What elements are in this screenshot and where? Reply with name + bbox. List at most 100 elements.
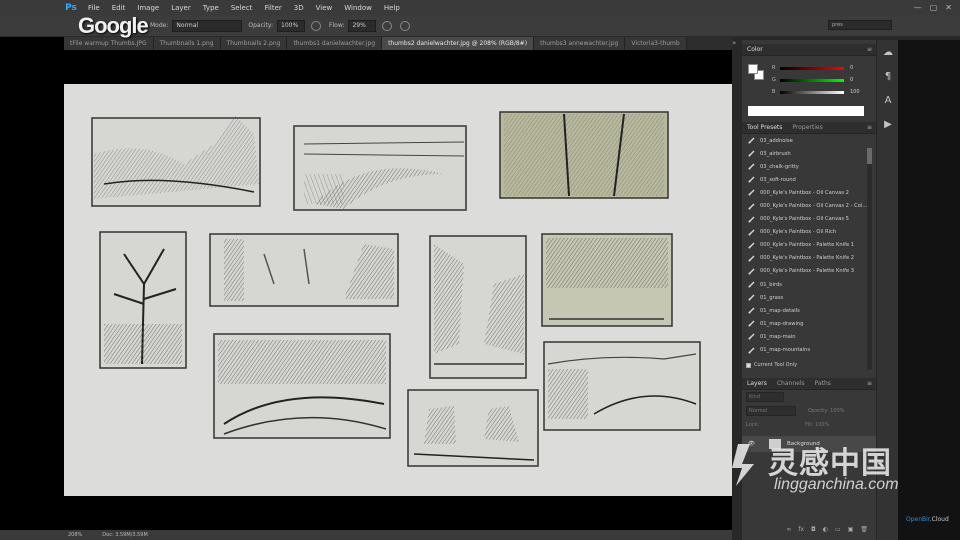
tab-document[interactable]: thumbs3 annewachter.jpg: [534, 37, 626, 50]
tab-document[interactable]: Thumbnails 2.png: [220, 37, 288, 50]
preset-item[interactable]: 000_Kyle's Paintbox - Oil Canvas 5: [742, 213, 876, 226]
menu-filter[interactable]: Filter: [258, 4, 287, 12]
color-panel-title[interactable]: Color: [747, 46, 763, 53]
preset-item[interactable]: 01_map-mountains: [742, 344, 876, 357]
paragraph-icon[interactable]: ¶: [877, 64, 899, 88]
preset-scrollbar[interactable]: [867, 148, 872, 370]
sketch-7: [541, 233, 673, 327]
fx-icon[interactable]: fx: [798, 526, 804, 536]
sketch-8: [213, 333, 391, 439]
tab-channels[interactable]: Channels: [777, 380, 805, 387]
preset-item[interactable]: 000_Kyle's Paintbox - Oil Canvas 2 - Col…: [742, 199, 876, 212]
character-icon[interactable]: A: [877, 88, 899, 112]
tab-layers[interactable]: Layers: [747, 380, 767, 387]
menu-type[interactable]: Type: [197, 4, 225, 12]
red-slider[interactable]: R 0: [772, 64, 866, 72]
maximize-button[interactable]: ▢: [930, 3, 938, 12]
red-value[interactable]: 0: [850, 65, 853, 71]
preset-list: 03_addnoise 03_airbrush 03_chalk-gritty 03_…: [742, 134, 876, 357]
layer-kind-select[interactable]: Kind: [746, 392, 784, 402]
tab-document-active[interactable]: thumbs2 danielwachter.jpg @ 208% (RGB/8#…: [382, 37, 535, 50]
pressure-opacity-icon[interactable]: [311, 20, 322, 31]
blue-value[interactable]: 100: [850, 89, 860, 95]
preset-item[interactable]: 03_soft-round: [742, 173, 876, 186]
sketch-paper-image: [64, 84, 732, 496]
brush-icon: [748, 255, 755, 262]
menu-layer[interactable]: Layer: [165, 4, 197, 12]
workspace-search-input[interactable]: pres: [828, 20, 892, 30]
current-tool-checkbox[interactable]: [746, 362, 751, 368]
preset-item[interactable]: 01_map-main: [742, 330, 876, 343]
preset-item[interactable]: 03_chalk-gritty: [742, 160, 876, 173]
corner-brand: OpenBir.Cloud: [906, 516, 949, 523]
preset-label: 03_chalk-gritty: [760, 163, 799, 170]
menu-3d[interactable]: 3D: [288, 4, 310, 12]
preset-item[interactable]: 000_Kyle's Paintbox - Palette Knife 1: [742, 239, 876, 252]
tab-document[interactable]: Victoria3-thumb: [625, 37, 687, 50]
current-tool-only-option[interactable]: Current Tool Only: [746, 362, 797, 368]
layer-fill[interactable]: Fill: 100%: [805, 422, 829, 428]
watermark-logo-icon: [732, 444, 754, 486]
menu-file[interactable]: File: [82, 4, 106, 12]
green-value[interactable]: 0: [850, 77, 853, 83]
menu-select[interactable]: Select: [225, 4, 259, 12]
layer-lock-row: Lock: Fill: 100%: [742, 418, 876, 432]
green-slider[interactable]: G 0: [772, 76, 866, 84]
new-layer-icon[interactable]: ▣: [848, 526, 854, 536]
tab-properties[interactable]: Properties: [792, 124, 822, 131]
preset-item[interactable]: 000_Kyle's Paintbox - Palette Knife 3: [742, 265, 876, 278]
delete-layer-icon[interactable]: 🗑: [860, 526, 868, 536]
link-layers-icon[interactable]: ∞: [786, 526, 791, 536]
preset-item[interactable]: 01_map-details: [742, 304, 876, 317]
group-icon[interactable]: ▭: [835, 526, 841, 536]
flow-input[interactable]: 29%: [348, 19, 377, 32]
preset-item[interactable]: 000_Kyle's Paintbox - Oil Canvas 2: [742, 186, 876, 199]
tab-document[interactable]: thumbs1 danielwachter.jpg: [287, 37, 383, 50]
preset-item[interactable]: 03_addnoise: [742, 134, 876, 147]
cloud-icon[interactable]: ☁: [877, 40, 899, 64]
sketch-5: [209, 233, 399, 307]
close-button[interactable]: ✕: [945, 3, 952, 12]
preset-item[interactable]: 01_map-drawing: [742, 317, 876, 330]
preset-item[interactable]: 03_airbrush: [742, 147, 876, 160]
blue-slider[interactable]: B 100: [772, 88, 866, 96]
preset-item[interactable]: 01_grass: [742, 291, 876, 304]
tab-tool-presets[interactable]: Tool Presets: [747, 124, 782, 131]
mode-select[interactable]: Normal: [172, 19, 243, 32]
tab-document[interactable]: Thumbnails 1.png: [153, 37, 221, 50]
preset-item[interactable]: 000_Kyle's Paintbox - Oil Rich: [742, 226, 876, 239]
menu-image[interactable]: Image: [131, 4, 165, 12]
mask-icon[interactable]: ◘: [811, 526, 816, 536]
color-ramp[interactable]: [748, 106, 864, 116]
layer-blend-select[interactable]: Normal: [746, 406, 796, 416]
airbrush-icon[interactable]: [382, 20, 393, 31]
preset-item[interactable]: 01_birds: [742, 278, 876, 291]
panel-menu-icon[interactable]: ≡: [867, 380, 872, 387]
menu-window[interactable]: Window: [338, 4, 378, 12]
preset-item[interactable]: 000_Kyle's Paintbox - Palette Knife 2: [742, 252, 876, 265]
preset-scroll-thumb[interactable]: [867, 148, 872, 164]
menu-edit[interactable]: Edit: [106, 4, 132, 12]
adjustment-icon[interactable]: ◐: [823, 526, 828, 536]
brush-icon: [748, 163, 755, 170]
document-canvas[interactable]: [64, 50, 732, 530]
tab-overflow-icon[interactable]: »: [732, 39, 736, 47]
play-icon[interactable]: ▶: [877, 112, 899, 136]
minimize-button[interactable]: —: [914, 3, 922, 12]
pressure-size-icon[interactable]: [400, 20, 411, 31]
layer-blend-row: Normal Opacity: 100%: [742, 404, 876, 418]
menu-help[interactable]: Help: [378, 4, 406, 12]
foreground-color-swatch[interactable]: [748, 64, 758, 74]
zoom-level[interactable]: 208%: [68, 532, 82, 538]
preset-label: 01_birds: [760, 281, 782, 288]
panel-menu-icon[interactable]: ≡: [867, 124, 872, 131]
panel-menu-icon[interactable]: ≡: [867, 46, 872, 53]
preset-label: 000_Kyle's Paintbox - Palette Knife 2: [760, 255, 855, 262]
sketch-9: [543, 341, 701, 431]
opacity-input[interactable]: 100%: [277, 19, 306, 32]
layer-filter-row: Kind: [742, 390, 876, 404]
layer-opacity[interactable]: Opacity: 100%: [808, 408, 844, 414]
tab-paths[interactable]: Paths: [815, 380, 831, 387]
menu-view[interactable]: View: [310, 4, 339, 12]
presets-panel-header: Tool Presets Properties ≡: [742, 122, 876, 134]
